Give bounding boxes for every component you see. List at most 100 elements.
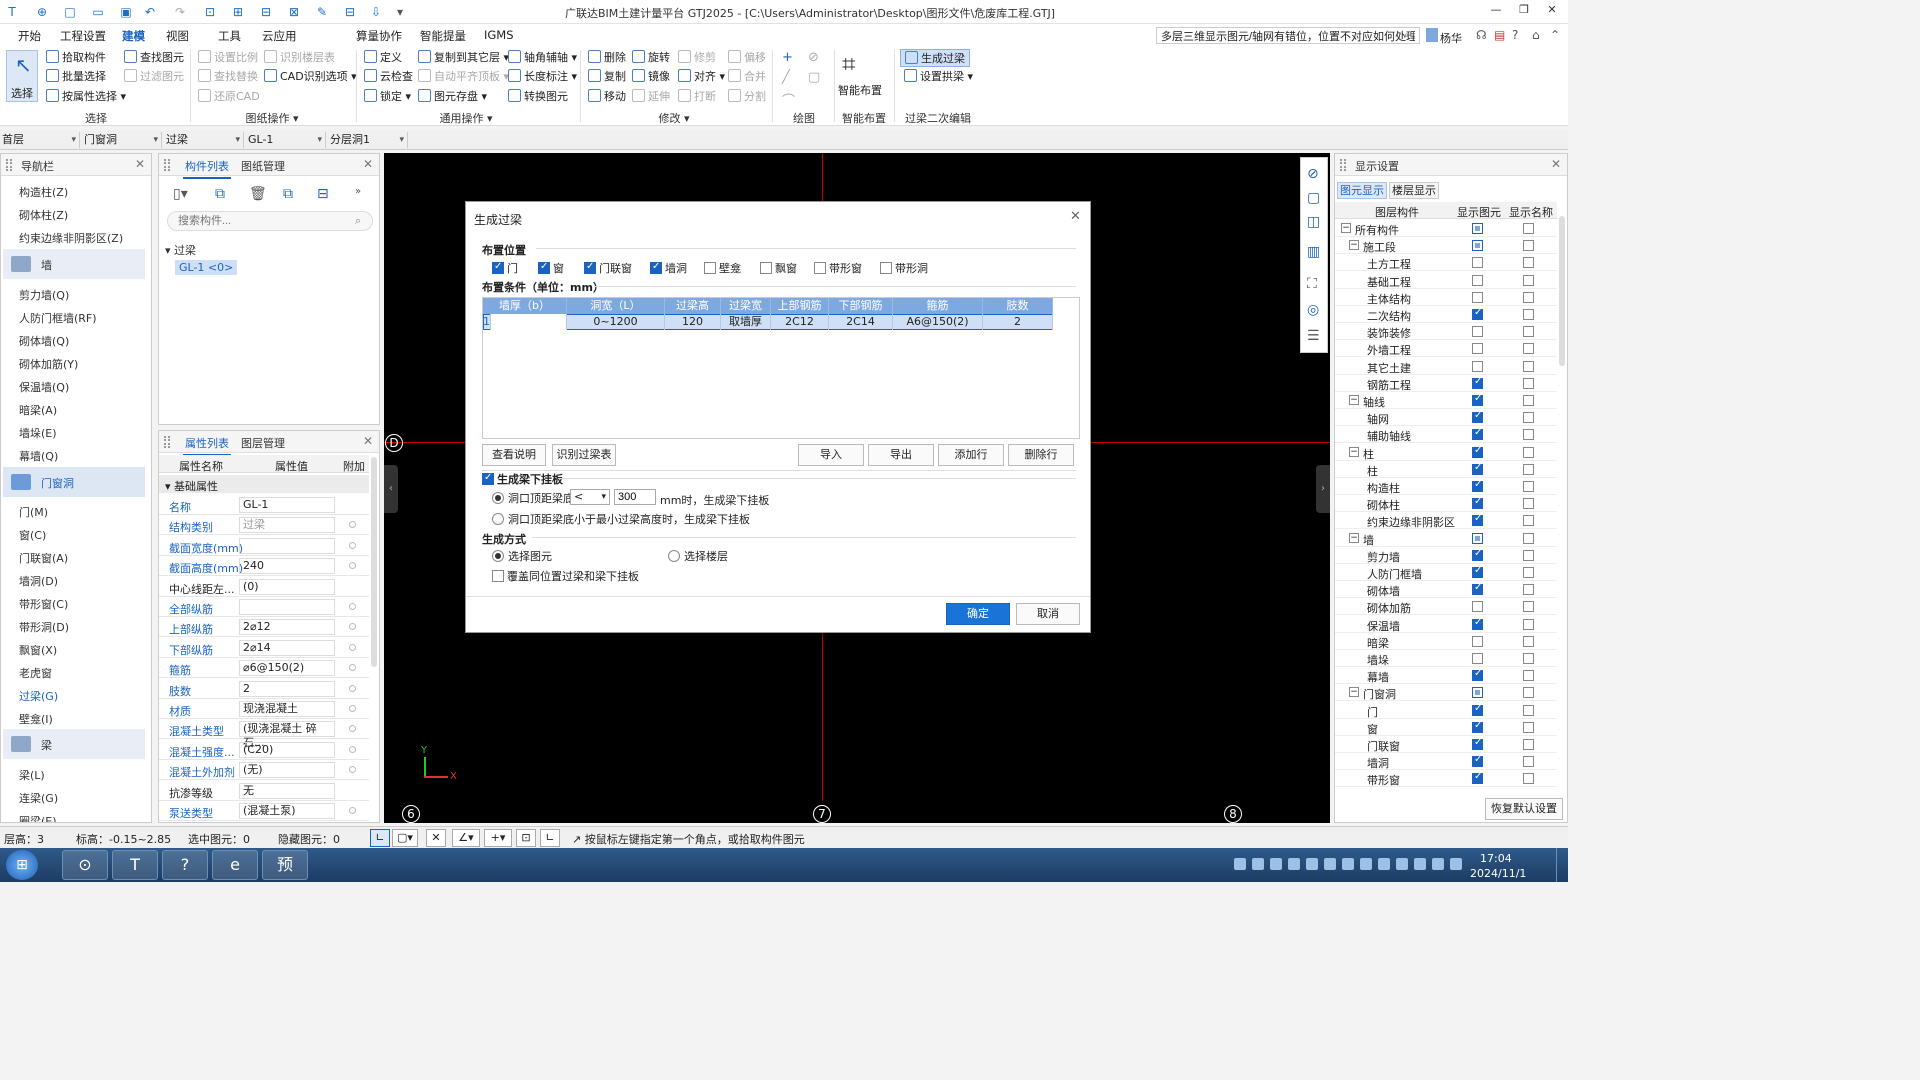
3d-view-icon[interactable]: ▢ (1307, 190, 1320, 206)
display-row[interactable]: 砌体柱 (1335, 495, 1557, 513)
nav-item-beam[interactable]: 梁(L) (19, 767, 45, 783)
display-row[interactable]: 门 (1335, 702, 1557, 719)
display-row[interactable]: − 所有构件 (1335, 220, 1557, 237)
nav-item-strip-window[interactable]: 带形窗(C) (19, 596, 68, 612)
property-value[interactable]: (现浇混凝土 碎石... (239, 721, 335, 749)
nav-item-bay-window[interactable]: 飘窗(X) (19, 642, 57, 658)
show-element-checkbox[interactable] (1472, 223, 1483, 234)
tray-app2-icon[interactable] (1306, 858, 1318, 870)
merge-button[interactable]: 合并 (728, 68, 766, 86)
drag-handle-icon[interactable] (1340, 159, 1346, 171)
export-button[interactable]: 导出 (868, 444, 934, 466)
copy-button[interactable]: 复制 (588, 68, 626, 86)
show-name-checkbox[interactable] (1523, 481, 1534, 492)
show-name-checkbox[interactable] (1523, 756, 1534, 768)
show-element-checkbox[interactable] (1472, 635, 1483, 647)
ok-button[interactable]: 确定 (946, 603, 1010, 625)
attach-indicator-icon[interactable] (349, 541, 356, 549)
condition-table[interactable]: 墙厚（b） 洞宽（L） 过梁高 过梁宽 上部钢筋 下部钢筋 箍筋 肢数 1 0~1200 120 取墙… (482, 297, 1080, 439)
show-element-checkbox[interactable] (1472, 393, 1483, 406)
tray-app4-icon[interactable] (1378, 858, 1390, 870)
open-icon[interactable]: ▭ (90, 4, 106, 20)
attach-indicator-icon[interactable] (349, 623, 356, 631)
cloud-check-button[interactable]: 云检查 (364, 68, 413, 86)
table-cell[interactable]: 2C14 (829, 314, 893, 330)
message-icon[interactable]: ▤ (1494, 28, 1505, 42)
layer-view-icon[interactable]: ▥ (1307, 244, 1320, 260)
show-element-checkbox[interactable] (1472, 720, 1483, 733)
property-value[interactable]: (0) (239, 578, 335, 595)
display-scrollbar[interactable] (1559, 216, 1565, 366)
show-name-checkbox[interactable] (1523, 721, 1534, 733)
close-icon[interactable]: ✕ (363, 157, 373, 171)
display-row[interactable]: 墙垛 (1335, 650, 1557, 667)
nav-item-wall-opening[interactable]: 墙洞(D) (19, 573, 58, 589)
display-row[interactable]: 二次结构 (1335, 306, 1557, 323)
show-element-checkbox[interactable] (1472, 410, 1483, 424)
show-element-checkbox[interactable] (1472, 462, 1483, 475)
undo-icon[interactable]: ↶ (142, 4, 158, 20)
hanger-option-distance[interactable]: 洞口顶距梁底 (492, 490, 574, 506)
show-element-checkbox[interactable] (1472, 307, 1483, 320)
component-select[interactable]: GL-1 (246, 132, 326, 148)
length-dimension-button[interactable]: 长度标注 ▾ (508, 68, 577, 86)
show-name-checkbox[interactable] (1523, 429, 1534, 441)
close-icon[interactable]: ✕ (135, 157, 145, 171)
tab-element-display[interactable]: 图元显示 (1337, 182, 1387, 199)
restore-default-button[interactable]: 恢复默认设置 (1485, 798, 1563, 820)
axis-angle-aux-button[interactable]: 轴角辅轴 ▾ (508, 49, 577, 67)
display-row[interactable]: 主体结构 (1335, 289, 1557, 306)
view-instructions-button[interactable]: 查看说明 (482, 444, 546, 466)
method-select-floors[interactable]: 选择楼层 (668, 548, 728, 564)
property-row[interactable]: 全部纵筋 (159, 597, 369, 617)
show-element-checkbox[interactable] (1472, 274, 1483, 286)
collapse-right-handle[interactable]: › (1316, 465, 1330, 513)
arc-draw-icon[interactable]: ⌒ (782, 90, 795, 109)
property-row[interactable]: 肢数 2 (159, 679, 369, 699)
move-button[interactable]: 移动 (588, 88, 626, 106)
display-row[interactable]: 墙洞 (1335, 753, 1557, 771)
break-button[interactable]: 打断 (678, 88, 716, 106)
menu-collab[interactable]: 算量协作 (356, 28, 402, 44)
nav-item-curtain-wall[interactable]: 幕墙(Q) (19, 448, 58, 464)
tray-network-icon[interactable] (1324, 858, 1336, 870)
tray-app-icon[interactable] (1288, 858, 1300, 870)
tray-signal-icon[interactable] (1432, 858, 1444, 870)
import-button[interactable]: 导入 (798, 444, 864, 466)
mirror-button[interactable]: 镜像 (632, 68, 670, 86)
position-checkbox[interactable]: 窗 (538, 260, 564, 276)
nav-item-masonry-rebar[interactable]: 砌体加筋(Y) (19, 356, 78, 372)
pick-component-button[interactable]: 拾取构件 (46, 49, 106, 67)
show-element-checkbox[interactable] (1472, 771, 1483, 785)
tray-app3-icon[interactable] (1342, 858, 1354, 870)
tab-layer-management[interactable]: 图层管理 (241, 435, 285, 451)
attach-indicator-icon[interactable] (349, 725, 356, 733)
display-row[interactable]: − 轴线 (1335, 392, 1557, 409)
display-row[interactable]: − 门窗洞 (1335, 684, 1557, 702)
show-name-checkbox[interactable] (1523, 257, 1534, 269)
show-name-checkbox[interactable] (1523, 704, 1534, 716)
show-name-checkbox[interactable] (1523, 584, 1534, 596)
display-row[interactable]: − 施工段 (1335, 237, 1557, 255)
table-cell[interactable]: 120 (665, 314, 721, 330)
rect-draw-icon[interactable]: ▢ (808, 70, 820, 85)
show-element-checkbox[interactable] (1472, 653, 1483, 664)
help-icon[interactable]: ? (1512, 28, 1518, 42)
tray-app5-icon[interactable] (1396, 858, 1408, 870)
property-row[interactable]: 箍筋 ⌀6@150(2) (159, 658, 369, 679)
property-row[interactable]: 下部纵筋 2⌀14 (159, 638, 369, 658)
show-element-checkbox[interactable] (1472, 687, 1483, 699)
show-name-checkbox[interactable] (1523, 773, 1534, 785)
align-button[interactable]: 对齐 ▾ (678, 68, 725, 86)
show-element-checkbox[interactable] (1472, 548, 1483, 561)
layer-copy-icon[interactable]: ⧉ (283, 186, 293, 202)
nav-item-window[interactable]: 窗(C) (19, 527, 46, 543)
show-element-checkbox[interactable] (1472, 532, 1483, 544)
show-element-checkbox[interactable] (1472, 326, 1483, 338)
tray-keyboard-icon[interactable] (1234, 858, 1246, 870)
property-section-basic[interactable]: ▾ 基础属性 (159, 475, 369, 493)
position-checkbox[interactable]: 门 (492, 260, 518, 276)
nav-item-masonry-column[interactable]: 砌体柱(Z) (19, 207, 68, 223)
overwrite-checkbox[interactable]: 覆盖同位置过梁和梁下挂板 (492, 568, 639, 584)
floor-select[interactable]: 首层 (0, 132, 80, 148)
